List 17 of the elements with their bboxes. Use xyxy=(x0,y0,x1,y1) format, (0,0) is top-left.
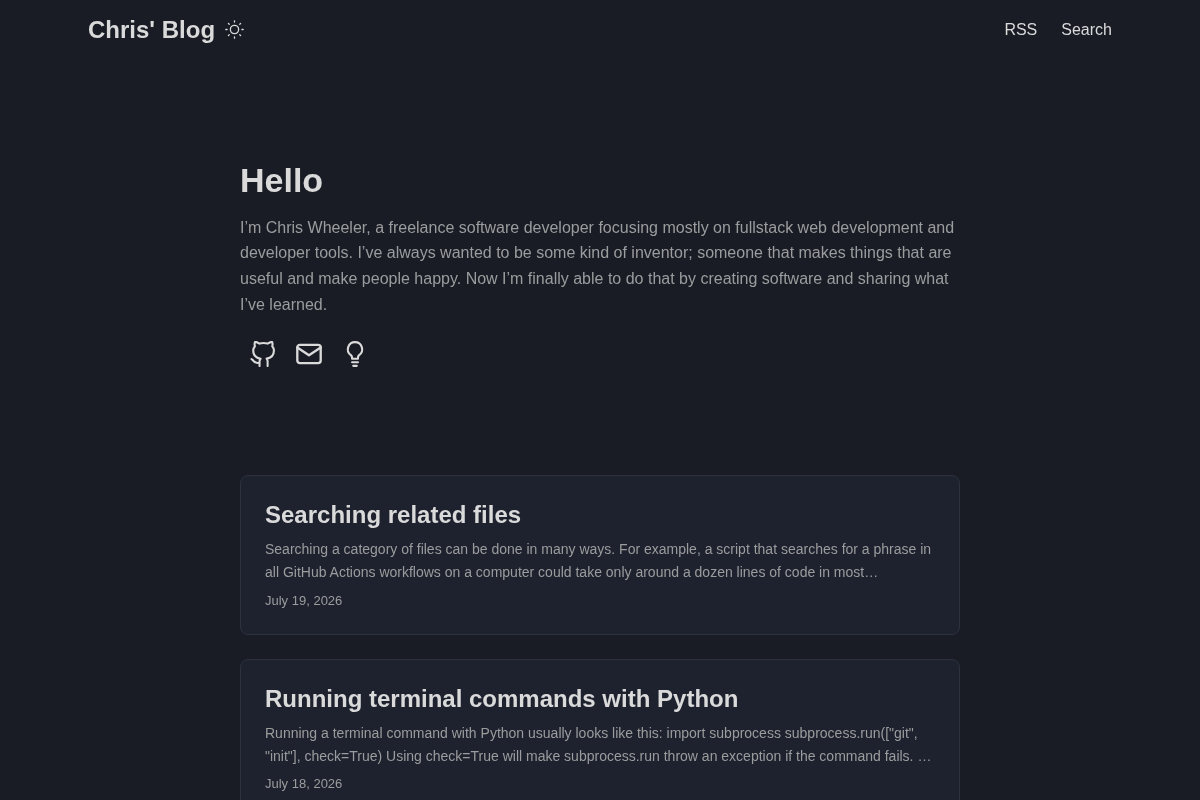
post-summary: Searching a category of files can be done in many ways. For example, a script that searches for a phrase in all GitHub Actions workflows on a computer could take only around a dozen lines of code in most… xyxy=(265,540,933,583)
nav-link[interactable]: Search xyxy=(1061,19,1112,41)
post-card[interactable] xyxy=(240,658,960,800)
nav-link[interactable]: RSS xyxy=(1004,19,1038,41)
blog-title-link[interactable]: Chris' Blog xyxy=(88,15,216,45)
post-title: Running terminal commands with Python xyxy=(265,683,740,714)
github-link[interactable] xyxy=(250,341,276,368)
github-icon xyxy=(250,341,276,368)
post-date: July 19, 2026 xyxy=(265,591,344,610)
intro-heading: Hello xyxy=(240,160,325,201)
theme-toggle-button[interactable] xyxy=(225,20,245,40)
sun-icon xyxy=(225,20,245,40)
post-card[interactable] xyxy=(240,475,960,635)
post-summary: Running a terminal command with Python usually looks like this: import subprocess subprocess.run(["git", "init"], check=True) Using check=True will make subprocess.run throw an exception if the command fails. … xyxy=(265,723,933,766)
intro-paragraph: I’m Chris Wheeler, a freelance software developer focusing mostly on fullstack web development and developer tools. I’ve always wanted to be some kind of inventor; someone that makes things that are useful and make people happy. Now I’m finally able to do that by creating software and sharing what I’ve learned. xyxy=(240,217,956,315)
post-title: Searching related files xyxy=(265,500,523,531)
post-date: July 18, 2026 xyxy=(265,775,344,794)
